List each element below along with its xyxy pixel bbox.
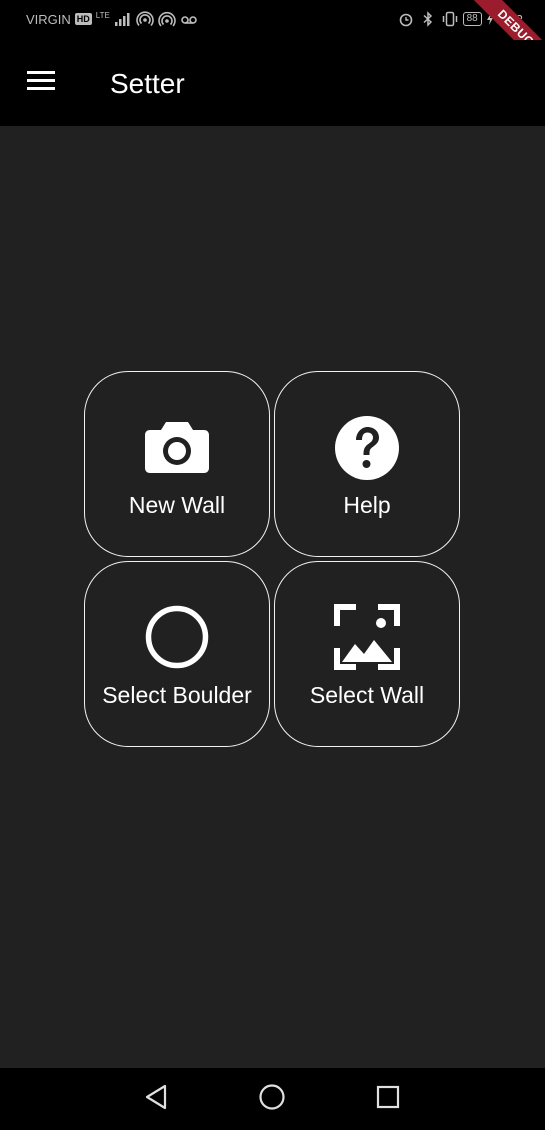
alarm-icon xyxy=(397,11,415,27)
menu-icon xyxy=(27,70,57,97)
back-button[interactable] xyxy=(140,1083,172,1115)
app-bar: Setter xyxy=(0,40,545,126)
select-wall-label: Select Wall xyxy=(309,682,425,708)
signal-icon xyxy=(114,11,132,27)
bluetooth-icon xyxy=(419,11,437,27)
status-left-group: VIRGIN HD LTE xyxy=(26,11,198,27)
hotspot-icon xyxy=(136,11,154,27)
network-type-label: LTE xyxy=(95,11,110,20)
help-icon xyxy=(334,414,400,480)
status-bar: VIRGIN HD LTE 88 DEBUG xyxy=(0,0,545,40)
carrier-label: VIRGIN xyxy=(26,11,71,27)
select-wall-button[interactable]: Select Wall xyxy=(274,561,460,747)
voicemail-icon xyxy=(180,11,198,27)
menu-button[interactable] xyxy=(20,65,64,101)
circle-outline-icon xyxy=(144,604,210,670)
select-boulder-button[interactable]: Select Boulder xyxy=(84,561,270,747)
new-wall-label: New Wall xyxy=(128,492,226,518)
home-icon xyxy=(258,1083,286,1116)
wifi-calling-icon xyxy=(158,11,176,27)
recents-button[interactable] xyxy=(372,1083,404,1115)
image-frame-icon xyxy=(334,604,400,670)
new-wall-button[interactable]: New Wall xyxy=(84,371,270,557)
hd-badge: HD xyxy=(74,13,92,25)
select-boulder-label: Select Boulder xyxy=(102,682,252,708)
home-button[interactable] xyxy=(256,1083,288,1115)
back-icon xyxy=(143,1083,169,1116)
recents-icon xyxy=(375,1084,401,1115)
page-title: Setter xyxy=(110,68,185,99)
system-nav-bar xyxy=(0,1068,545,1130)
help-button[interactable]: Help xyxy=(274,371,460,557)
camera-icon xyxy=(144,414,210,480)
battery-icon: 88 xyxy=(462,12,482,26)
help-label: Help xyxy=(343,492,391,518)
vibrate-icon xyxy=(441,11,459,27)
